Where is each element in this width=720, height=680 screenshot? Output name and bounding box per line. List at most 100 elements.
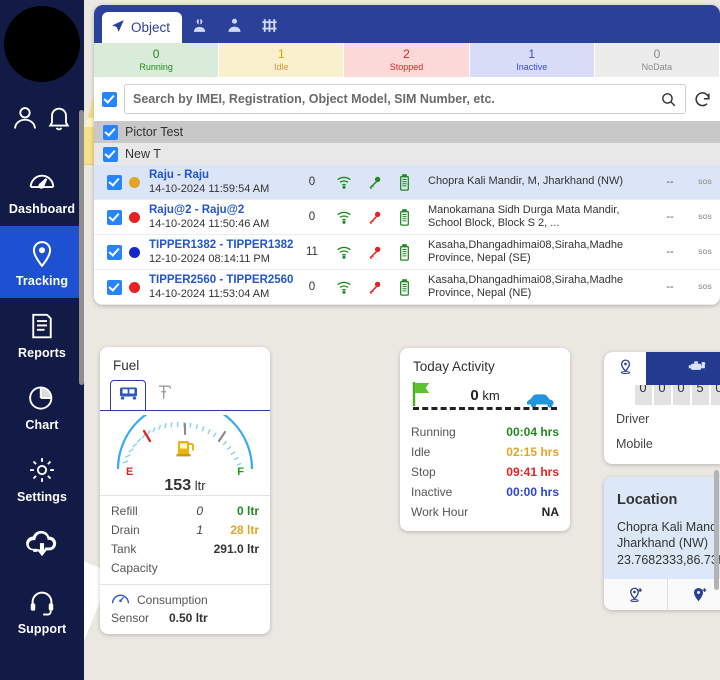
vehicle-address: Chopra Kali Mandir, M, Jharkhand (NW) <box>428 175 624 188</box>
odometer-digit: 0 <box>634 385 652 405</box>
sidebar-item-support[interactable]: Support <box>0 574 84 646</box>
sidebar-item-settings[interactable]: Settings <box>0 442 84 514</box>
ignition-icon <box>359 175 389 190</box>
sos-badge[interactable]: SOS <box>690 179 720 186</box>
status-tab-stopped[interactable]: 2 Stopped <box>344 43 470 77</box>
table-row[interactable]: Raju@2 - Raju@2 14-10-2024 11:50:46 AM 0 Ma… <box>94 200 720 235</box>
activity-stat-row: Inactive 00:00 hrs <box>411 482 559 502</box>
document-icon <box>27 311 57 341</box>
group-row-new-t[interactable]: New T <box>94 143 720 165</box>
sidebar-scrollbar[interactable] <box>79 110 84 385</box>
avatar[interactable] <box>4 6 80 82</box>
row-checkbox[interactable] <box>107 174 122 190</box>
vehicle-timestamp: 14-10-2024 11:59:54 AM <box>149 183 270 195</box>
group-checkbox[interactable] <box>103 146 118 162</box>
group-checkbox[interactable] <box>103 124 118 140</box>
activity-distance: 0 km <box>470 387 499 404</box>
vehicle-name-cell: Raju@2 - Raju@2 14-10-2024 11:50:46 AM <box>140 203 295 231</box>
table-row[interactable]: Raju - Raju 14-10-2024 11:59:54 AM 0 Chopra… <box>94 165 720 200</box>
gps-signal-icon <box>329 175 359 189</box>
ignition-icon <box>359 245 389 260</box>
fuel-tab-truck[interactable] <box>110 380 146 410</box>
sidebar-item-tracking[interactable]: Tracking <box>0 226 84 298</box>
fuel-stat-count: 0 <box>196 504 203 518</box>
search-icon[interactable] <box>660 91 677 108</box>
fuel-gauge: E F <box>100 400 270 483</box>
status-label: NoData <box>641 61 673 72</box>
row-checkbox[interactable] <box>107 244 122 260</box>
tab-object[interactable]: Object <box>102 12 183 43</box>
fuel-tab-sensor[interactable] <box>146 380 182 410</box>
activity-stat-row: Idle 02:15 hrs <box>411 442 559 462</box>
vehicle-speed: 0 <box>308 176 316 188</box>
status-tab-nodata[interactable]: 0 NoData <box>594 43 720 77</box>
sos-badge[interactable]: SOS <box>690 249 720 256</box>
pie-chart-icon <box>27 383 57 413</box>
refresh-icon[interactable] <box>693 90 712 109</box>
sos-badge[interactable]: SOS <box>690 284 720 291</box>
status-dot <box>129 246 140 258</box>
status-tab-idle[interactable]: 1 Idle <box>219 43 345 77</box>
activity-stats: Running 00:04 hrs Idle 02:15 hrs Stop 09:41 h… <box>400 418 570 531</box>
tab-geofence[interactable] <box>252 12 287 43</box>
status-tab-inactive[interactable]: 1 Inactive <box>469 43 595 77</box>
sos-badge[interactable]: SOS <box>690 214 720 221</box>
activity-stat-row: Work Hour NA <box>411 502 559 522</box>
search-input[interactable] <box>133 92 660 106</box>
consumption-label: Consumption <box>137 593 208 607</box>
sidebar-item-download[interactable] <box>0 514 84 574</box>
vehicle-speed: 0 <box>308 211 316 223</box>
table-row[interactable]: TIPPER1382 - TIPPER1382 12-10-2024 08:14:… <box>94 235 720 270</box>
sensor-value: 0.50 ltr <box>169 611 208 625</box>
row-checkbox[interactable] <box>107 209 122 225</box>
status-label: Idle <box>274 61 289 72</box>
status-dot <box>129 176 140 188</box>
add-geofence-icon[interactable] <box>604 579 669 610</box>
vehicle-address: Kasaha,Dhangadhimai08,Siraha,Madhe Provi… <box>428 273 624 300</box>
row-checkbox[interactable] <box>107 279 122 295</box>
consumption-sensor-row: Sensor 0.50 ltr <box>111 611 259 625</box>
content-scrollbar[interactable] <box>714 470 719 590</box>
battery-icon <box>389 208 419 226</box>
fuel-stat-row: Drain 1 28 ltr <box>111 521 259 540</box>
user-icon[interactable] <box>11 104 39 132</box>
info-tab-location[interactable] <box>604 352 646 385</box>
location-actions <box>604 579 720 610</box>
location-pin-icon <box>617 357 634 381</box>
navigation-arrow-icon <box>111 19 125 36</box>
sensor-label: Sensor <box>111 611 150 625</box>
driver-icon <box>191 17 208 39</box>
driver-row: Driver -- <box>604 407 720 432</box>
tab-person[interactable] <box>217 12 252 43</box>
sidebar-item-reports[interactable]: Reports <box>0 298 84 370</box>
group-label: Pictor Test <box>125 125 184 139</box>
activity-stat-value: 00:04 hrs <box>506 425 559 439</box>
sidebar-nav: Dashboard Tracking Reports Chart Setting… <box>0 154 84 646</box>
tab-driver[interactable] <box>182 12 217 43</box>
fuel-consumption: Consumption Sensor 0.50 ltr <box>100 584 270 634</box>
fuel-stat-label: Refill <box>111 504 138 518</box>
search-input-wrapper[interactable] <box>124 84 686 114</box>
vehicle-list: Raju - Raju 14-10-2024 11:59:54 AM 0 Chopra… <box>94 165 720 305</box>
app-root: Dashboard Tracking Reports Chart Setting… <box>0 0 720 680</box>
status-label: Inactive <box>516 61 548 72</box>
location-title: Location <box>617 491 678 508</box>
mobile-label: Mobile <box>616 437 653 451</box>
status-count: 0 <box>653 46 661 61</box>
status-tab-running[interactable]: 0 Running <box>94 43 220 77</box>
vehicle-name: Raju@2 - Raju@2 <box>149 204 245 216</box>
tab-object-label: Object <box>131 20 171 35</box>
table-row[interactable]: TIPPER2560 - TIPPER2560 14-10-2024 11:53:… <box>94 270 720 305</box>
consumption-gauge-icon <box>111 592 130 608</box>
odometer: 0005052 <box>604 385 720 407</box>
info-tab-engine[interactable] <box>646 352 720 385</box>
headset-icon <box>27 587 57 617</box>
consumption-header: Consumption <box>111 592 259 608</box>
group-row-pictor-test[interactable]: Pictor Test <box>94 121 720 143</box>
sidebar-item-chart[interactable]: Chart <box>0 370 84 442</box>
sidebar-item-dashboard[interactable]: Dashboard <box>0 154 84 226</box>
add-poi-icon[interactable] <box>668 579 720 610</box>
vehicle-name: Raju - Raju <box>149 169 210 181</box>
bell-icon[interactable] <box>45 104 73 132</box>
select-all-checkbox[interactable] <box>102 91 117 107</box>
